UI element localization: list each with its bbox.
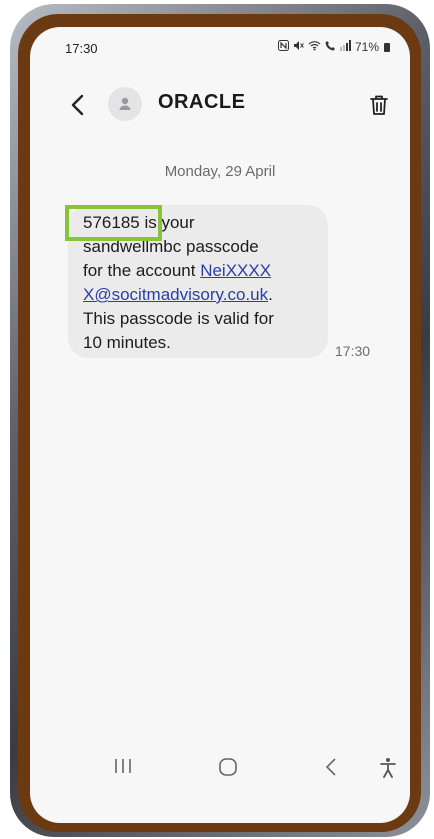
back-button[interactable]: [64, 89, 92, 121]
date-separator: Monday, 29 April: [164, 163, 276, 180]
trash-icon: [370, 95, 388, 115]
message-period: .: [268, 285, 273, 304]
email-link-part2[interactable]: X@socitmadvisory.co.uk: [83, 285, 268, 304]
message-timestamp: 17:30: [335, 343, 371, 359]
email-link-part1[interactable]: NeiXXXX: [200, 261, 271, 280]
status-time: 17:30: [65, 41, 98, 56]
back-icon: [325, 758, 336, 776]
message-line-5: This passcode is valid for: [83, 309, 274, 328]
home-icon: [219, 758, 237, 776]
contact-avatar-icon: [119, 97, 131, 110]
recent-apps-button[interactable]: [112, 757, 134, 775]
navigation-bar: [30, 751, 410, 791]
contact-avatar[interactable]: [108, 87, 142, 121]
nfc-icon: [277, 40, 289, 54]
status-icons: 71%: [277, 40, 390, 54]
contact-name[interactable]: ORACLE: [158, 91, 245, 114]
wifi-icon: [308, 40, 321, 54]
recent-apps-icon: [115, 759, 131, 773]
conversation-header: ORACLE: [30, 85, 410, 125]
back-arrow-icon: [71, 94, 84, 116]
status-bar: 17:30 71%: [30, 39, 410, 61]
passcode-highlight: [65, 205, 162, 241]
accessibility-button[interactable]: [379, 757, 397, 779]
phone-screen: 17:30 71% ORACLE Monday, 29 April 576185…: [30, 27, 410, 823]
accessibility-icon: [380, 758, 396, 778]
nav-back-button[interactable]: [324, 757, 338, 777]
battery-icon: [384, 42, 390, 52]
home-button[interactable]: [218, 757, 238, 777]
battery-text: 71%: [354, 40, 379, 54]
message-line-3: for the account: [83, 261, 201, 280]
call-wifi-icon: [325, 40, 336, 54]
mute-icon: [293, 40, 304, 54]
message-line-6: 10 minutes.: [83, 333, 171, 352]
signal-icon: [339, 40, 351, 54]
delete-button[interactable]: [364, 89, 394, 121]
